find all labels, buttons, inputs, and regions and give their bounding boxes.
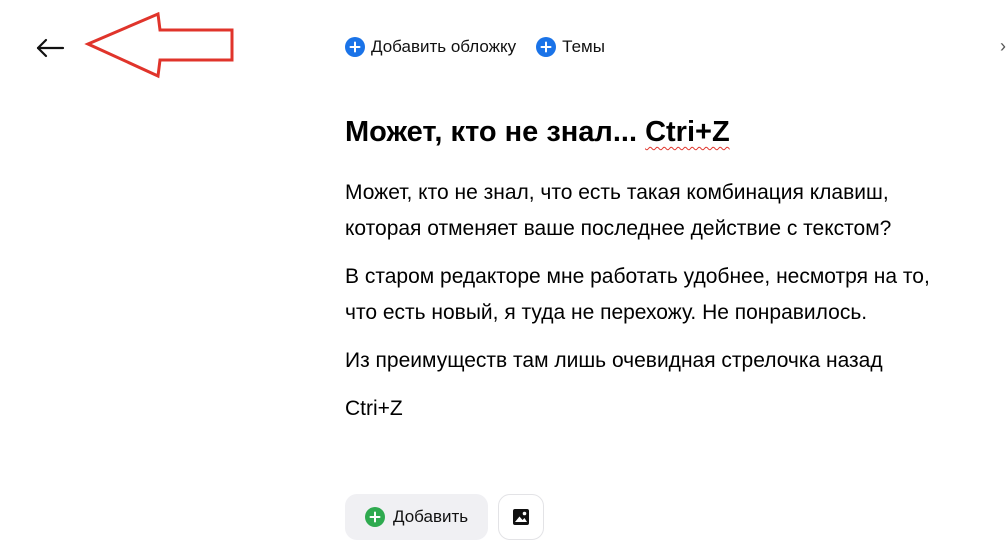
themes-label: Темы <box>562 37 605 56</box>
cut-off-edge-control[interactable]: › <box>1000 36 1006 57</box>
arrow-left-icon <box>36 38 65 58</box>
paragraph: Ctri+Z <box>345 397 403 420</box>
insert-image-button[interactable] <box>498 494 545 540</box>
editor-toolbar: Добавить обложку Темы <box>345 36 605 58</box>
themes-button[interactable]: Темы <box>536 36 605 58</box>
plus-circle-icon <box>345 37 365 57</box>
add-cover-button[interactable]: Добавить обложку <box>345 36 516 58</box>
article-title-hotkey: Ctri+Z <box>645 116 730 148</box>
insert-toolbar: Добавить <box>345 494 545 540</box>
paragraph: В старом редакторе мне работать удобнее,… <box>345 265 930 324</box>
paragraph: Из преимуществ там лишь очевидная стрело… <box>345 349 883 372</box>
add-block-label: Добавить <box>393 507 469 526</box>
back-button[interactable] <box>30 30 70 66</box>
plus-circle-icon <box>365 507 385 527</box>
article-body[interactable]: Может, кто не знал, что есть такая комби… <box>345 175 965 439</box>
plus-circle-icon <box>536 37 557 57</box>
paragraph: Может, кто не знал, что есть такая комби… <box>345 181 892 240</box>
add-cover-label: Добавить обложку <box>371 37 517 56</box>
add-block-button[interactable]: Добавить <box>345 494 489 540</box>
red-arrow-annotation <box>84 12 234 79</box>
article-title[interactable]: Может, кто не знал... Ctri+Z <box>345 112 730 152</box>
image-icon <box>513 509 530 525</box>
article-title-text: Может, кто не знал... <box>345 116 646 148</box>
